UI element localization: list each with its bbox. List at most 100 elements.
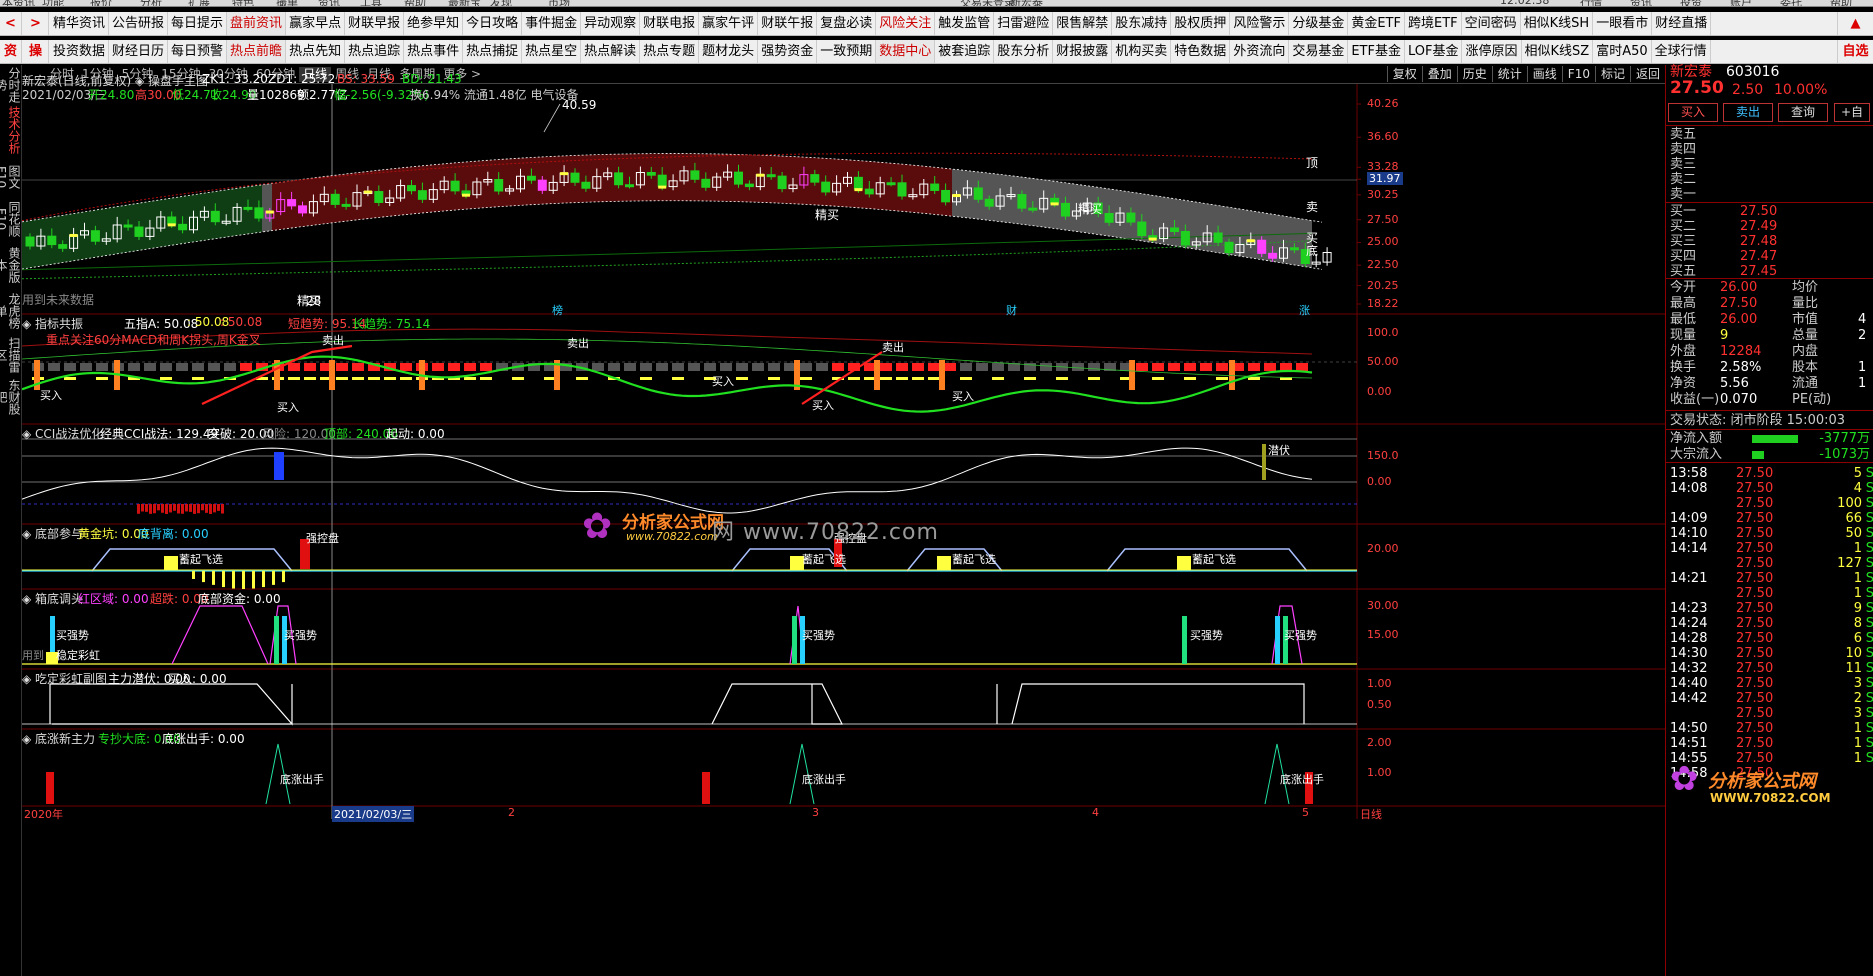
nav-item[interactable]: 精华资讯	[50, 12, 110, 35]
left-tab[interactable]: 技术分析	[2, 105, 21, 155]
nav-item[interactable]: 跨境ETF	[1405, 12, 1462, 35]
watchlist-button[interactable]: 自选	[1837, 40, 1873, 63]
nav-item[interactable]: ETF基金	[1348, 40, 1405, 63]
nav-item[interactable]: 财报披露	[1053, 40, 1113, 63]
nav-item[interactable]: 事件掘金	[522, 12, 582, 35]
top-strip-item[interactable]: 工具	[360, 0, 382, 6]
top-strip-item[interactable]: 发现	[490, 0, 512, 6]
left-tab[interactable]: 龙虎榜单	[0, 289, 21, 333]
top-strip-item[interactable]: 帮助	[404, 0, 426, 6]
top-strip-item[interactable]: 账户	[1730, 0, 1752, 6]
nav-item[interactable]: 热点先知	[286, 40, 346, 63]
nav-trade-tab[interactable]: 操盘	[23, 40, 49, 82]
nav-item[interactable]: 相似K线SZ	[1522, 40, 1594, 63]
top-strip-item[interactable]: 12:02:38	[1500, 0, 1549, 6]
nav-item[interactable]: 财联早报	[345, 12, 405, 35]
left-tab[interactable]: 同花顺F10	[0, 197, 21, 241]
nav-back-button[interactable]: <	[0, 12, 22, 35]
nav-item[interactable]: 强势资金	[758, 40, 818, 63]
nav-item[interactable]: 股东减持	[1112, 12, 1172, 35]
nav-item[interactable]: 数据中心	[876, 40, 936, 63]
top-strip-item[interactable]: 资讯	[1630, 0, 1652, 6]
nav-item[interactable]: 全球行情	[1652, 40, 1711, 63]
nav-item[interactable]: 相似K线SH	[1521, 12, 1594, 35]
left-tab[interactable]: 东财股吧	[0, 375, 21, 419]
nav-forward-button[interactable]: >	[23, 12, 49, 35]
nav-item[interactable]: 盘前资讯	[227, 12, 287, 35]
top-strip-item[interactable]: 行情	[1580, 0, 1602, 6]
nav-item[interactable]: 复盘必读	[817, 12, 877, 35]
nav-item[interactable]: 涨停原因	[1462, 40, 1522, 63]
chart-tool-button[interactable]: F10	[1561, 66, 1595, 82]
chart-tool-button[interactable]: 画线	[1526, 66, 1562, 82]
nav-item[interactable]: 热点捕捉	[463, 40, 523, 63]
top-strip-item[interactable]: 功能	[42, 0, 64, 6]
sell-button[interactable]: 卖出	[1723, 103, 1773, 122]
nav-news-tab[interactable]: 资讯	[0, 40, 22, 82]
left-tab[interactable]: 黄金版本	[0, 243, 21, 287]
nav-item[interactable]: 股权质押	[1171, 12, 1231, 35]
nav-item[interactable]: 财经日历	[109, 40, 169, 63]
nav-item[interactable]: 被套追踪	[935, 40, 995, 63]
top-strip-item[interactable]: 最新宝	[448, 0, 481, 6]
left-tab[interactable]: 扫描雷区	[0, 335, 21, 375]
top-strip-item[interactable]: 投资	[1680, 0, 1702, 6]
chart-tool-button[interactable]: 复权	[1386, 66, 1422, 82]
add-watch-button[interactable]: +自	[1834, 103, 1870, 122]
top-strip-item[interactable]: 撮单	[276, 0, 298, 6]
chart-tool-button[interactable]: 历史	[1456, 66, 1492, 82]
nav-collapse-button[interactable]: ▲	[1837, 12, 1873, 35]
nav-item[interactable]: 热点专题	[640, 40, 700, 63]
top-strip-item[interactable]: 帮助	[1830, 0, 1852, 6]
left-tab[interactable]: 分时走势	[0, 67, 21, 103]
nav-item[interactable]: 交易基金	[1289, 40, 1349, 63]
top-strip-item[interactable]: 特色	[232, 0, 254, 6]
top-strip-item[interactable]: 扩展	[188, 0, 210, 6]
nav-item[interactable]: 机构买卖	[1112, 40, 1172, 63]
nav-item[interactable]: 富时A50	[1593, 40, 1652, 63]
nav-item[interactable]: 限售解禁	[1053, 12, 1113, 35]
top-strip-item[interactable]: 分析	[140, 0, 162, 6]
nav-item[interactable]: 每日提示	[168, 12, 228, 35]
nav-item[interactable]: 特色数据	[1171, 40, 1231, 63]
nav-item[interactable]: 一眼看市	[1593, 12, 1653, 35]
top-strip-item[interactable]: 交易未登录	[960, 0, 1015, 6]
nav-item[interactable]: 每日预警	[168, 40, 228, 63]
nav-item[interactable]: 扫雷避险	[994, 12, 1054, 35]
nav-item[interactable]: 热点解读	[581, 40, 641, 63]
nav-item[interactable]: 热点追踪	[345, 40, 405, 63]
nav-item[interactable]: 财联电报	[640, 12, 700, 35]
chart-tool-button[interactable]: 统计	[1491, 66, 1527, 82]
nav-item[interactable]: 赢家早点	[286, 12, 346, 35]
nav-item[interactable]: 今日攻略	[463, 12, 523, 35]
top-strip-item[interactable]: 市场	[548, 0, 570, 6]
nav-item[interactable]: 外资流向	[1230, 40, 1290, 63]
top-strip-item[interactable]: 报价	[90, 0, 112, 6]
chart-area[interactable]: 新宏泰(日线,前复权) ◈ 操盘手主图 ZK1: 33.20 ZD1: 25.72 B…	[22, 72, 1665, 976]
nav-item[interactable]: 风险警示	[1230, 12, 1290, 35]
nav-item[interactable]: 热点前瞻	[227, 40, 287, 63]
chart-tool-button[interactable]: 返回	[1629, 66, 1665, 82]
query-button[interactable]: 查询	[1778, 103, 1828, 122]
top-strip-item[interactable]: 本资讯	[2, 0, 35, 6]
nav-item[interactable]: 财联午报	[758, 12, 818, 35]
buy-button[interactable]: 买入	[1668, 103, 1718, 122]
top-strip-item[interactable]: 资讯	[318, 0, 340, 6]
top-strip-item[interactable]: 委托	[1780, 0, 1802, 6]
nav-item[interactable]: 空间密码	[1462, 12, 1521, 35]
nav-item[interactable]: 热点事件	[404, 40, 464, 63]
nav-item[interactable]: 黄金ETF	[1348, 12, 1405, 35]
top-strip-item[interactable]: 新宏泰	[1010, 0, 1043, 6]
nav-item[interactable]: 赢家午评	[699, 12, 759, 35]
nav-item[interactable]: 绝参早知	[404, 12, 464, 35]
nav-item[interactable]: 股东分析	[994, 40, 1054, 63]
nav-item[interactable]: 财经直播	[1652, 12, 1712, 35]
nav-item[interactable]: 异动观察	[581, 12, 641, 35]
nav-item[interactable]: 风险关注	[876, 12, 936, 35]
nav-item[interactable]: 触发监管	[935, 12, 995, 35]
left-tab[interactable]: 图文F10	[0, 157, 21, 197]
nav-item[interactable]: 分级基金	[1289, 12, 1349, 35]
nav-item[interactable]: 公告研报	[109, 12, 169, 35]
nav-item[interactable]: 投资数据	[50, 40, 110, 63]
chart-tool-button[interactable]: 标记	[1594, 66, 1630, 82]
